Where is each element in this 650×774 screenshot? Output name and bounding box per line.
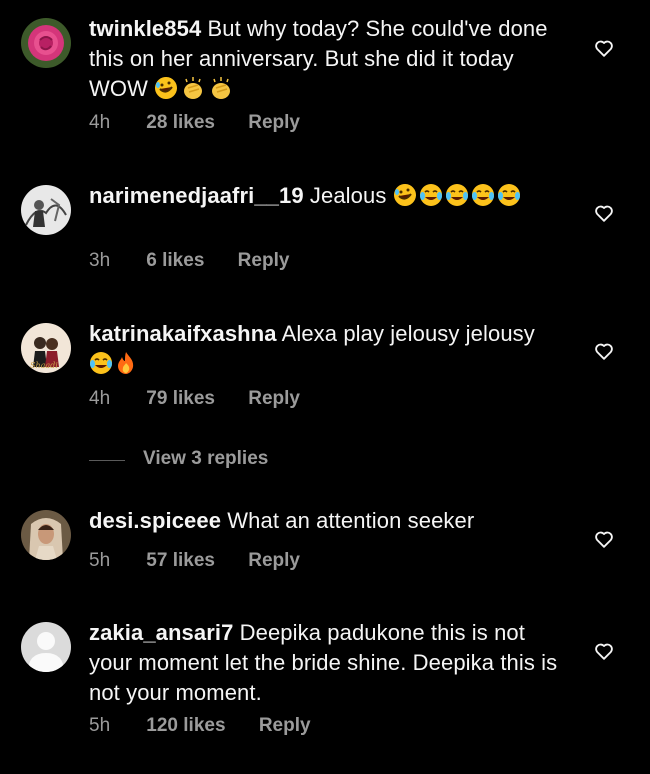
view-replies-label: View 3 replies: [143, 448, 269, 469]
reply-button[interactable]: Reply: [238, 250, 290, 272]
pink-rose-avatar: [21, 18, 71, 68]
comment-text: Alexa play jelousy jelousy: [281, 321, 535, 346]
tears-of-joy-emoji: [471, 183, 495, 215]
comment-time: 5h: [89, 550, 111, 571]
likes-count[interactable]: 6 likes: [146, 250, 204, 272]
clapping-hands-emoji: [180, 76, 206, 108]
rolling-on-floor-laughing-emoji: [393, 183, 417, 215]
avatar[interactable]: [21, 18, 71, 68]
likes-count[interactable]: 120 likes: [146, 715, 225, 737]
comment-time: 4h: [89, 112, 111, 133]
heart-icon[interactable]: [593, 202, 615, 224]
comment-time: 4h: [89, 388, 111, 409]
clapping-hands-emoji: [208, 76, 234, 108]
comment-username[interactable]: narimenedjaafri__19: [89, 183, 304, 208]
replies-divider: [89, 460, 125, 461]
tears-of-joy-emoji: [445, 183, 469, 215]
rolling-on-floor-laughing-emoji: [154, 76, 178, 108]
sketch-photo-avatar: [21, 185, 71, 235]
likes-count[interactable]: 79 likes: [146, 388, 215, 410]
bride-photo-avatar: [21, 510, 71, 560]
comment-time: 3h: [89, 250, 111, 271]
comment-time: 5h: [89, 715, 111, 736]
avatar[interactable]: [21, 510, 71, 560]
reply-button[interactable]: Reply: [259, 715, 311, 737]
reply-button[interactable]: Reply: [248, 388, 300, 410]
avatar[interactable]: Shaadi: [21, 323, 71, 373]
default-user-avatar: [21, 622, 71, 672]
avatar[interactable]: [21, 185, 71, 235]
tears-of-joy-emoji: [89, 351, 113, 383]
couple-photo-avatar: Shaadi: [21, 323, 71, 373]
comment-text: What an attention seeker: [227, 508, 475, 533]
comment-username[interactable]: zakia_ansari7: [89, 620, 233, 645]
fire-emoji: [115, 351, 137, 383]
reply-button[interactable]: Reply: [248, 112, 300, 134]
heart-icon[interactable]: [593, 640, 615, 662]
tears-of-joy-emoji: [497, 183, 521, 215]
tears-of-joy-emoji: [419, 183, 443, 215]
svg-text:Shaadi: Shaadi: [30, 361, 58, 370]
comment-username[interactable]: twinkle854: [89, 16, 201, 41]
comment-username[interactable]: katrinakaifxashna: [89, 321, 277, 346]
comment-text: Jealous: [309, 183, 387, 208]
likes-count[interactable]: 28 likes: [146, 112, 215, 134]
heart-icon[interactable]: [593, 528, 615, 550]
heart-icon[interactable]: [593, 37, 615, 59]
avatar[interactable]: [21, 622, 71, 672]
reply-button[interactable]: Reply: [248, 550, 300, 572]
heart-icon[interactable]: [593, 340, 615, 362]
likes-count[interactable]: 57 likes: [146, 550, 215, 572]
comment-username[interactable]: desi.spiceee: [89, 508, 221, 533]
